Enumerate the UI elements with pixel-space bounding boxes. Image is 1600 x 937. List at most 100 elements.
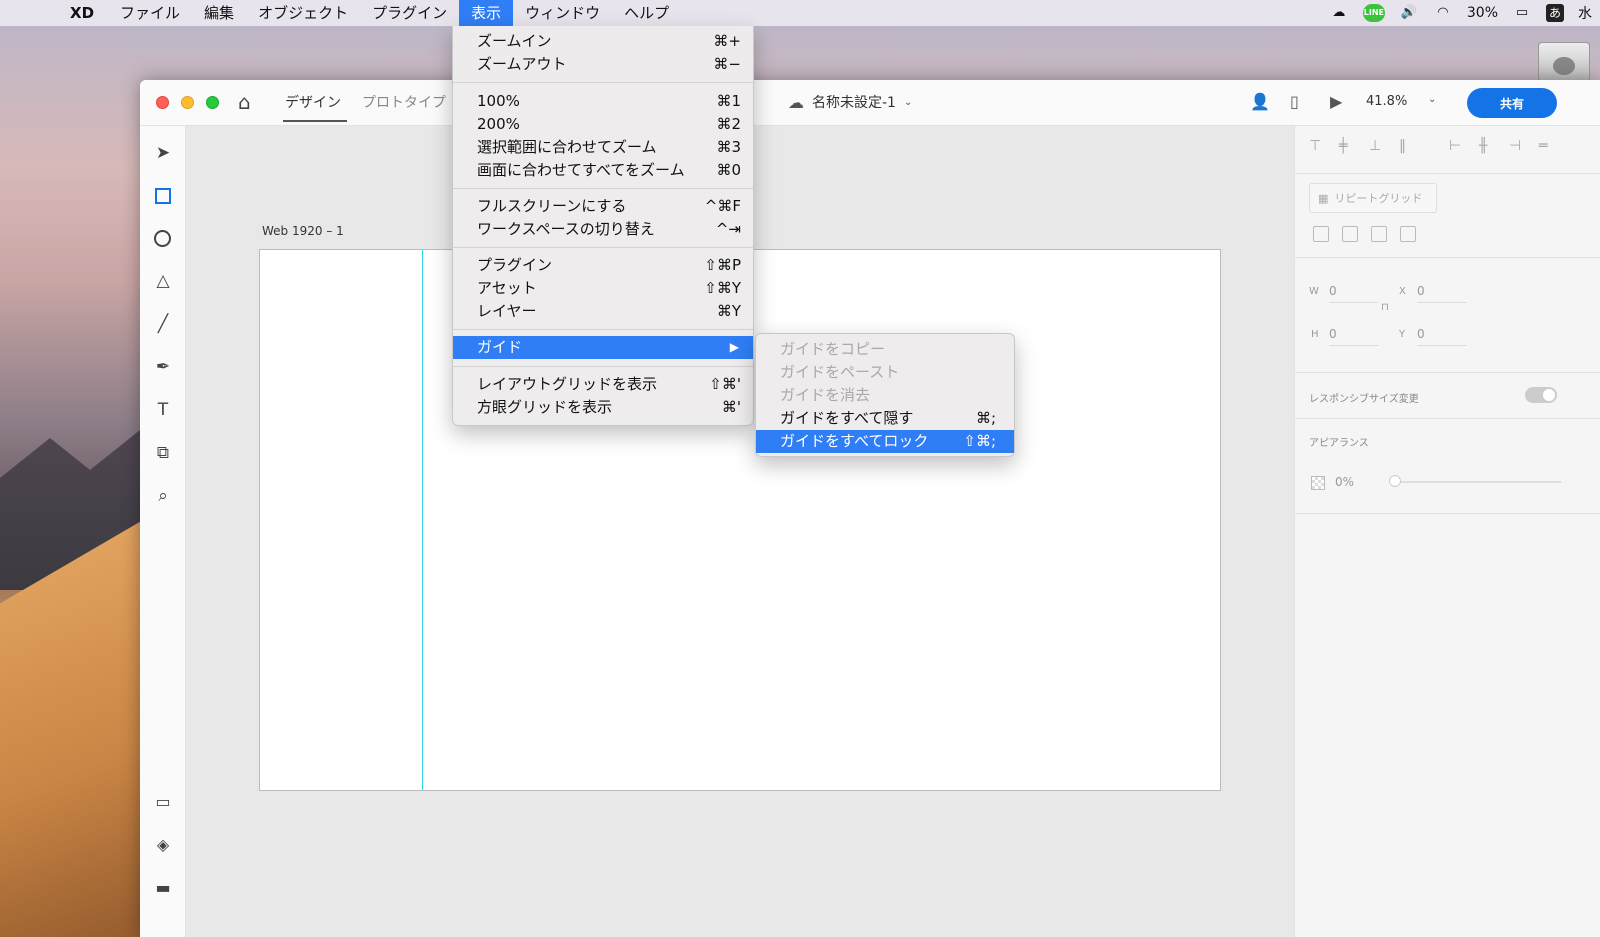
menu-item-zoom-200[interactable]: 200% ⌘2 [453,113,753,136]
plugins-icon[interactable]: ▬ [152,877,174,899]
menu-item-shortcut: ⌘Y [716,302,741,320]
select-tool-icon[interactable]: ➤ [152,142,174,164]
submenu-item-clear-guides: ガイドを消去 [756,384,1014,407]
align-left-icon[interactable]: ⊢ [1449,138,1461,154]
menu-item-zoom-100[interactable]: 100% ⌘1 [453,90,753,113]
opacity-input[interactable]: 0% [1335,475,1354,489]
align-middle-icon[interactable]: ╪ [1339,138,1347,154]
menu-item-shortcut: ⌘2 [716,115,741,133]
zoom-level[interactable]: 41.8% [1366,94,1407,109]
menu-item-switch-workspace[interactable]: ワークスペースの切り替え ^⇥ [453,218,753,241]
opacity-slider-track[interactable] [1391,481,1561,483]
menu-view[interactable]: 表示 [459,0,514,26]
tab-prototype[interactable]: プロトタイプ [362,92,446,112]
responsive-resize-label: レスポンシブサイズ変更 [1309,394,1419,405]
minimize-button[interactable] [181,96,194,109]
menu-separator [453,366,753,367]
submenu-arrow-icon: ▶ [729,340,739,354]
align-center-icon[interactable]: ╫ [1479,138,1487,154]
width-input[interactable]: 0 [1329,284,1379,303]
rectangle-tool-icon[interactable] [155,188,171,204]
boolean-subtract-icon[interactable] [1342,226,1358,242]
menu-item-zoom-out[interactable]: ズームアウト ⌘− [453,53,753,76]
menu-item-layers[interactable]: レイヤー ⌘Y [453,300,753,323]
menu-item-plugins[interactable]: プラグイン ⇧⌘P [453,254,753,277]
chevron-down-icon: ⌄ [903,96,913,108]
volume-icon[interactable]: 🔊 [1399,4,1419,22]
menu-item-label: 選択範囲に合わせてズーム [477,138,657,156]
height-input[interactable]: 0 [1329,327,1379,346]
zoom-button[interactable] [206,96,219,109]
tab-design[interactable]: デザイン [285,92,341,112]
artboard-tool-icon[interactable]: ⧉ [152,442,174,464]
boolean-intersect-icon[interactable] [1371,226,1387,242]
align-right-icon[interactable]: ⊣ [1509,138,1521,154]
document-title[interactable]: ☁ 名称未設定-1 ⌄ [788,92,912,112]
wifi-icon[interactable]: ◠ [1433,4,1453,22]
menu-window[interactable]: ウィンドウ [513,0,612,26]
menu-app-name[interactable]: XD [50,0,108,26]
x-input[interactable]: 0 [1417,284,1467,303]
pen-tool-icon[interactable]: ✒ [152,356,174,378]
line-app-icon[interactable]: LINE [1362,4,1385,22]
distribute-horizontal-icon[interactable]: ═ [1539,138,1547,154]
clock-day[interactable]: 水 [1578,3,1592,23]
menu-separator [453,188,753,189]
zoom-chevron-down-icon[interactable]: ⌄ [1428,94,1436,105]
menu-item-zoom-in[interactable]: ズームイン ⌘+ [453,30,753,53]
polygon-tool-icon[interactable]: △ [152,270,174,292]
close-button[interactable] [156,96,169,109]
menu-item-shortcut: ^⇥ [715,220,741,238]
battery-icon[interactable]: ▭ [1512,4,1532,22]
artboard-label[interactable]: Web 1920 – 1 [262,224,344,238]
menu-item-label: アセット [477,279,537,297]
menu-item-show-layout-grid[interactable]: レイアウトグリッドを表示 ⇧⌘' [453,373,753,396]
menu-item-assets[interactable]: アセット ⇧⌘Y [453,277,753,300]
menu-item-show-square-grid[interactable]: 方眼グリッドを表示 ⌘' [453,396,753,419]
zoom-tool-icon[interactable]: ⌕ [152,485,174,507]
ellipse-tool-icon[interactable] [154,230,171,247]
align-top-icon[interactable]: ⊤ [1309,138,1321,154]
menu-plugin[interactable]: プラグイン [360,0,459,26]
boolean-add-icon[interactable] [1313,226,1329,242]
submenu-item-lock-all-guides[interactable]: ガイドをすべてロック ⇧⌘; [756,430,1014,453]
menu-file[interactable]: ファイル [108,0,192,26]
align-bottom-icon[interactable]: ⊥ [1369,138,1381,154]
y-input[interactable]: 0 [1417,327,1467,346]
lock-aspect-icon[interactable]: ⊓ [1381,302,1389,313]
property-inspector: ⊤ ╪ ⊥ ‖ ⊢ ╫ ⊣ ═ ▦ リピートグリッド W 0 X 0 H 0 Y… [1294,126,1600,937]
menu-help[interactable]: ヘルプ [612,0,681,26]
repeat-grid-button[interactable]: ▦ リピートグリッド [1309,183,1437,213]
menu-item-shortcut: ⌘1 [716,92,741,110]
assets-icon[interactable]: ▭ [152,791,174,813]
menu-item-fullscreen[interactable]: フルスクリーンにする ^⌘F [453,195,753,218]
input-method-icon[interactable]: あ [1546,4,1564,22]
menu-item-label: プラグイン [477,256,553,274]
menu-item-zoom-fit-all[interactable]: 画面に合わせてすべてをズーム ⌘0 [453,159,753,182]
desktop-disk-icon[interactable] [1538,42,1590,82]
user-icon[interactable]: 👤 [1250,92,1270,111]
menu-item-guides[interactable]: ガイド ▶ [453,336,753,359]
home-icon[interactable]: ⌂ [238,92,258,112]
submenu-item-hide-all-guides[interactable]: ガイドをすべて隠す ⌘; [756,407,1014,430]
opacity-slider-handle[interactable] [1389,475,1401,487]
text-tool-icon[interactable]: T [152,399,174,421]
battery-percent: 30% [1466,5,1498,21]
repeat-grid-section: ▦ リピートグリッド [1295,174,1600,258]
distribute-vertical-icon[interactable]: ‖ [1399,138,1406,154]
vertical-guide[interactable] [422,250,423,790]
line-tool-icon[interactable]: ╱ [152,313,174,335]
menu-item-zoom-selection[interactable]: 選択範囲に合わせてズーム ⌘3 [453,136,753,159]
play-icon[interactable]: ▶ [1330,92,1342,111]
share-button[interactable]: 共有 [1467,88,1557,118]
menu-item-label: レイアウトグリッドを表示 [477,375,658,393]
layers-icon[interactable]: ◈ [152,834,174,856]
menu-edit[interactable]: 編集 [192,0,246,26]
device-preview-icon[interactable]: ▯ [1290,92,1299,111]
responsive-resize-toggle[interactable] [1525,387,1557,403]
creative-cloud-icon[interactable]: ☁ [1329,4,1349,22]
menu-item-label: ガイド [477,338,523,356]
boolean-exclude-icon[interactable] [1400,226,1416,242]
menu-object[interactable]: オブジェクト [246,0,360,26]
submenu-item-copy-guides: ガイドをコピー [756,338,1014,361]
